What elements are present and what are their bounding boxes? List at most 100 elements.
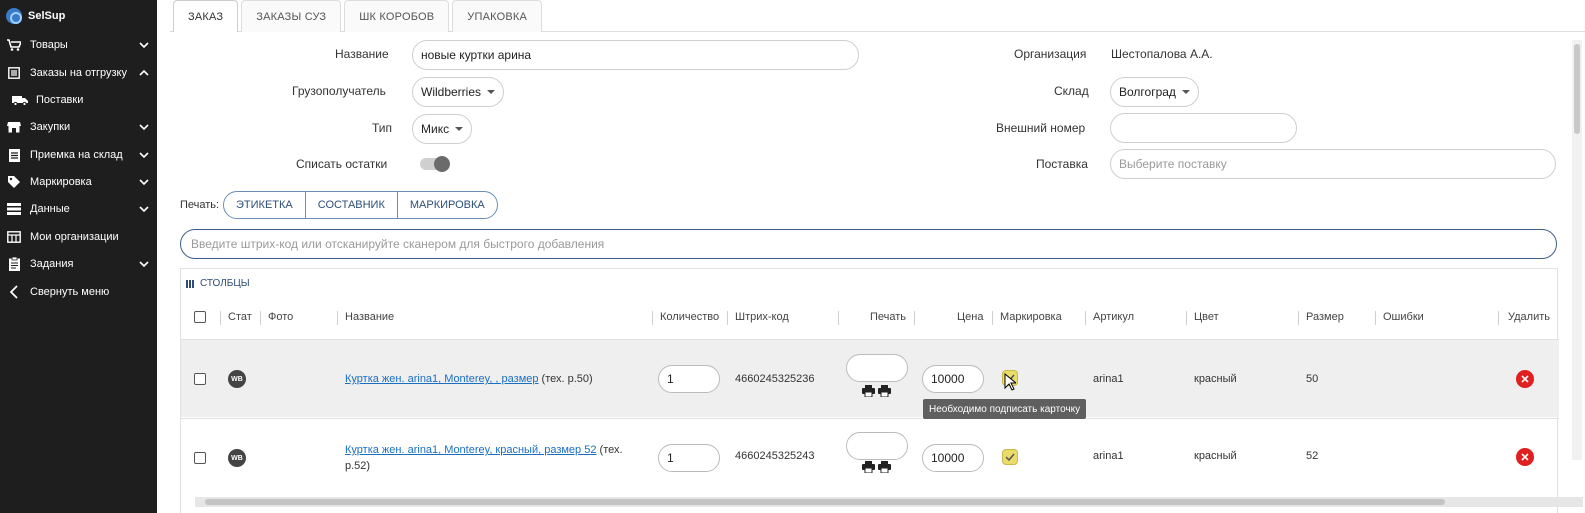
sidebar-item-label: Мои организации — [30, 231, 119, 243]
tab-packing[interactable]: УПАКОВКА — [452, 0, 543, 32]
table-row: WB Куртка жен. arina1, Monterey, красный… — [181, 418, 1559, 496]
header-quantity[interactable]: Количество — [660, 311, 719, 323]
printer-icon[interactable] — [878, 461, 891, 473]
header-errors[interactable]: Ошибки — [1383, 311, 1424, 323]
type-label: Тип — [372, 121, 393, 135]
store-icon — [6, 120, 22, 134]
tag-icon — [6, 175, 22, 189]
row-checkbox[interactable] — [194, 452, 206, 464]
product-tech-size: (тех. р.50) — [538, 373, 593, 385]
header-color[interactable]: Цвет — [1194, 311, 1219, 323]
sidebar-item-shipment-orders[interactable]: Заказы на отгрузку — [0, 63, 157, 83]
external-number-input[interactable] — [1110, 113, 1297, 143]
header-photo[interactable]: Фото — [268, 311, 293, 323]
printer-icon[interactable] — [878, 385, 891, 397]
chevron-up-icon — [137, 70, 151, 76]
header-marking[interactable]: Маркировка — [1000, 311, 1062, 323]
print-count-input[interactable] — [846, 354, 908, 382]
price-input[interactable]: 10000 — [922, 365, 984, 393]
product-name-cell: Куртка жен. arina1, Monterey, красный, р… — [345, 442, 635, 474]
wb-status-icon: WB — [228, 370, 246, 388]
quantity-input[interactable]: 1 — [658, 365, 720, 393]
row-checkbox[interactable] — [194, 373, 206, 385]
truck-icon — [12, 93, 28, 107]
sidebar-item-label: Приемка на склад — [30, 149, 123, 161]
quantity-value: 1 — [667, 451, 674, 465]
tab-order[interactable]: ЗАКАЗ — [173, 0, 239, 32]
delete-icon[interactable] — [1516, 370, 1534, 388]
caret-down-icon — [455, 127, 464, 131]
supply-input[interactable]: Выберите поставку — [1110, 149, 1556, 179]
columns-button[interactable]: СТОЛБЦЫ — [186, 278, 250, 289]
cart-icon — [6, 38, 22, 52]
print-label-button[interactable]: ЭТИКЕТКА — [224, 192, 306, 218]
sidebar-item-my-organizations[interactable]: Мои организации — [0, 227, 157, 247]
quantity-input[interactable]: 1 — [658, 444, 720, 472]
name-input[interactable]: новые куртки арина — [412, 40, 859, 70]
brand-logo[interactable]: SelSup — [6, 8, 65, 24]
quantity-value: 1 — [667, 372, 674, 386]
column-separator — [337, 311, 338, 325]
sidebar-item-purchases[interactable]: Закупки — [0, 117, 157, 137]
columns-button-label: СТОЛБЦЫ — [200, 278, 250, 289]
warehouse-select[interactable]: Волгоград — [1110, 77, 1199, 107]
price-input[interactable]: 10000 — [922, 444, 984, 472]
brand-name: SelSup — [28, 10, 66, 22]
column-separator — [838, 311, 839, 325]
table-row: WB Куртка жен. arina1, Monterey, , разме… — [181, 339, 1559, 417]
header-price[interactable]: Цена — [957, 311, 983, 323]
sidebar-item-marking[interactable]: Маркировка — [0, 172, 157, 192]
printer-icon[interactable] — [862, 461, 875, 473]
header-size[interactable]: Размер — [1306, 311, 1344, 323]
header-barcode[interactable]: Штрих-код — [735, 311, 789, 323]
header-name[interactable]: Название — [345, 311, 394, 323]
delete-icon[interactable] — [1516, 448, 1534, 466]
print-actions — [862, 461, 891, 473]
select-all-checkbox[interactable] — [194, 311, 206, 323]
writeoff-label: Списать остатки — [296, 157, 388, 171]
marking-status-icon[interactable] — [1002, 449, 1018, 465]
name-value: новые куртки арина — [421, 48, 532, 62]
print-marking-button[interactable]: МАРКИРОВКА — [398, 192, 497, 218]
name-label: Название — [335, 47, 389, 61]
sidebar-item-data[interactable]: Данные — [0, 199, 157, 219]
header-delete[interactable]: Удалить — [1508, 311, 1550, 323]
barcode-scan-input[interactable]: Введите штрих-код или отсканируйте скане… — [180, 229, 1557, 259]
clipboard-icon — [6, 257, 22, 271]
header-stat[interactable]: Стат — [228, 311, 252, 323]
collapse-menu-button[interactable]: Свернуть меню — [0, 282, 157, 302]
color-value: красный — [1194, 450, 1237, 462]
consignee-select[interactable]: Wildberries — [412, 77, 505, 107]
sidebar-item-receiving[interactable]: Приемка на склад — [0, 145, 157, 165]
product-link[interactable]: Куртка жен. arina1, Monterey, , размер — [345, 373, 539, 385]
printer-icon[interactable] — [862, 385, 875, 397]
sidebar-item-goods[interactable]: Товары — [0, 35, 157, 55]
column-separator — [1298, 311, 1299, 325]
list-icon — [6, 66, 22, 80]
header-print[interactable]: Печать — [870, 311, 906, 323]
scrollbar-thumb[interactable] — [205, 499, 1445, 505]
scan-placeholder: Введите штрих-код или отсканируйте скане… — [191, 237, 605, 251]
sidebar-item-label: Свернуть меню — [30, 286, 110, 298]
scrollbar-thumb[interactable] — [1574, 44, 1580, 134]
column-separator — [914, 311, 915, 325]
tab-box-barcodes[interactable]: ШК КОРОБОВ — [344, 0, 450, 32]
type-select[interactable]: Микс — [412, 114, 473, 144]
tab-bar: ЗАКАЗ ЗАКАЗЫ СУЗ ШК КОРОБОВ УПАКОВКА — [173, 0, 543, 32]
product-link[interactable]: Куртка жен. arina1, Monterey, красный, р… — [345, 444, 596, 456]
print-count-input[interactable] — [846, 432, 908, 460]
document-icon — [6, 148, 22, 162]
chevron-left-icon — [6, 285, 22, 299]
price-value: 10000 — [931, 372, 965, 386]
column-separator — [1186, 311, 1187, 325]
supply-placeholder: Выберите поставку — [1119, 157, 1227, 171]
vertical-scrollbar[interactable] — [1572, 40, 1582, 460]
print-composite-button[interactable]: СОСТАВНИК — [306, 192, 398, 218]
sidebar-item-supplies[interactable]: Поставки — [0, 90, 157, 110]
writeoff-toggle[interactable] — [420, 156, 450, 172]
tab-suz-orders[interactable]: ЗАКАЗЫ СУЗ — [241, 0, 342, 32]
header-article[interactable]: Артикул — [1093, 311, 1134, 323]
horizontal-scrollbar[interactable] — [195, 497, 1583, 507]
caret-down-icon — [1181, 90, 1190, 94]
sidebar-item-tasks[interactable]: Задания — [0, 254, 157, 274]
